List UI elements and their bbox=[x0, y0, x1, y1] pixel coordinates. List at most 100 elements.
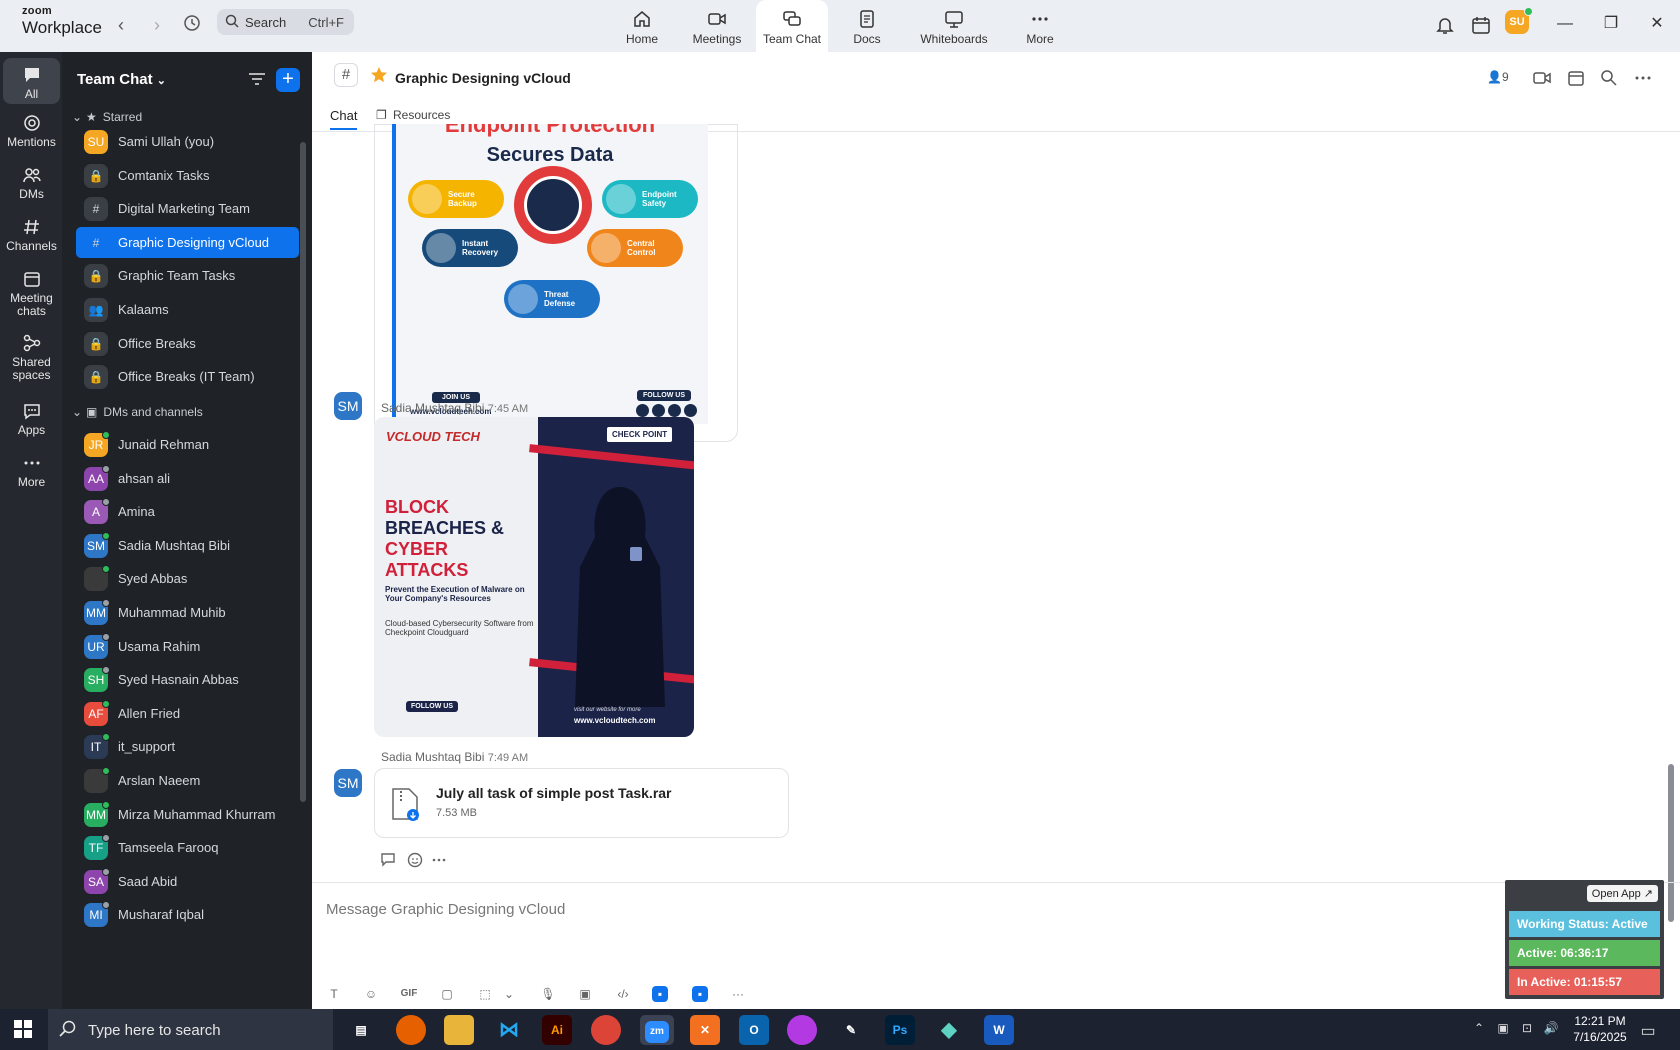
tab-whiteboards[interactable]: Whiteboards bbox=[913, 0, 995, 52]
tab-resources[interactable]: ❐ Resources bbox=[376, 108, 450, 122]
sidebar-channel-item[interactable]: 🔒 Graphic Team Tasks bbox=[76, 260, 299, 291]
rail-dms[interactable]: DMs bbox=[3, 166, 60, 201]
word-icon[interactable]: W bbox=[984, 1015, 1014, 1045]
filter-icon[interactable] bbox=[247, 70, 267, 88]
emoji-reaction-icon[interactable] bbox=[406, 851, 424, 869]
rail-apps[interactable]: Apps bbox=[3, 402, 60, 437]
video-camera-icon[interactable] bbox=[1532, 68, 1552, 88]
illustrator-icon[interactable]: Ai bbox=[542, 1015, 572, 1045]
message-input[interactable] bbox=[326, 889, 1406, 929]
rail-meeting-chats[interactable]: Meeting chats bbox=[3, 270, 60, 318]
tray-app-icon[interactable]: ▣ bbox=[1495, 1021, 1511, 1037]
creative-cloud-icon[interactable] bbox=[787, 1015, 817, 1045]
sender-name[interactable]: Sadia Mushtaq Bibi bbox=[381, 750, 484, 764]
avatar[interactable]: SM bbox=[334, 769, 362, 797]
star-icon[interactable] bbox=[370, 66, 388, 84]
tab-home[interactable]: Home bbox=[606, 0, 678, 52]
tab-team-chat[interactable]: Team Chat bbox=[756, 0, 828, 52]
app-diamond-icon[interactable]: ◆ bbox=[934, 1015, 964, 1045]
sidebar-dm-item[interactable]: SM Sadia Mushtaq Bibi bbox=[76, 530, 299, 561]
gif-button[interactable]: GIF bbox=[398, 984, 420, 1004]
bell-icon[interactable] bbox=[1434, 14, 1456, 36]
sidebar-dm-item[interactable]: AF Allen Fried bbox=[76, 698, 299, 729]
photoshop-icon[interactable]: Ps bbox=[885, 1015, 915, 1045]
video-message-icon[interactable]: ▣ bbox=[575, 984, 595, 1004]
sidebar-channel-item[interactable]: SU Sami Ullah (you) bbox=[76, 126, 299, 157]
screenshot-icon[interactable]: ⬚ bbox=[475, 984, 495, 1004]
sidebar-dm-item[interactable]: MI Musharaf Iqbal bbox=[76, 899, 299, 930]
reply-icon[interactable] bbox=[379, 851, 397, 869]
file-attachment[interactable]: July all task of simple post Task.rar 7.… bbox=[374, 768, 789, 838]
members-button[interactable]: 👤9 bbox=[1487, 70, 1509, 84]
open-app-button[interactable]: Open App ↗ bbox=[1586, 885, 1658, 902]
sidebar-dm-item[interactable]: MM Mirza Muhammad Khurram bbox=[76, 799, 299, 830]
sidebar-scrollbar[interactable] bbox=[300, 142, 306, 802]
tab-more[interactable]: More bbox=[1004, 0, 1076, 52]
sidebar-dm-item[interactable]: TF Tamseela Farooq bbox=[76, 832, 299, 863]
rail-more[interactable]: More bbox=[3, 454, 60, 489]
format-text-icon[interactable]: T bbox=[324, 984, 344, 1004]
sidebar-channel-item[interactable]: # Digital Marketing Team bbox=[76, 193, 299, 224]
channel-name[interactable]: Graphic Designing vCloud bbox=[395, 70, 571, 86]
search-icon[interactable] bbox=[1599, 68, 1619, 88]
history-button[interactable] bbox=[181, 14, 203, 36]
sidebar-dm-item[interactable]: Arslan Naeem bbox=[76, 765, 299, 796]
tab-meetings[interactable]: Meetings bbox=[681, 0, 753, 52]
block-breaches-poster[interactable]: VCLOUD TECH CHECK POINT BLOCK BREACHES &… bbox=[374, 417, 694, 737]
xampp-icon[interactable]: ✕ bbox=[690, 1015, 720, 1045]
sidebar-channel-item[interactable]: 👥 Kalaams bbox=[76, 294, 299, 325]
rail-shared-spaces[interactable]: Shared spaces bbox=[3, 334, 60, 382]
taskbar-clock[interactable]: 12:21 PM 7/16/2025 bbox=[1565, 1013, 1635, 1045]
task-view-icon[interactable]: ▤ bbox=[346, 1015, 376, 1045]
more-options-icon[interactable] bbox=[430, 851, 448, 869]
more-options-icon[interactable]: ··· bbox=[728, 984, 748, 1004]
sidebar-dm-item[interactable]: SA Saad Abid bbox=[76, 866, 299, 897]
network-icon[interactable]: ⊡ bbox=[1519, 1021, 1535, 1037]
zoom-icon[interactable]: zm bbox=[640, 1015, 674, 1045]
tab-docs[interactable]: Docs bbox=[831, 0, 903, 52]
vscode-icon[interactable]: ⋈ bbox=[494, 1015, 524, 1045]
calendar-icon[interactable] bbox=[1566, 68, 1586, 88]
minimize-button[interactable]: — bbox=[1553, 12, 1577, 36]
search-input[interactable]: Search Ctrl+F bbox=[217, 9, 354, 35]
pen-tool-icon[interactable]: ✎ bbox=[836, 1015, 866, 1045]
code-snippet-icon[interactable]: ‹/› bbox=[613, 984, 633, 1004]
sidebar-channel-item[interactable]: 🔒 Office Breaks bbox=[76, 328, 299, 359]
sidebar-channel-item[interactable]: # Graphic Designing vCloud bbox=[76, 226, 299, 258]
notifications-icon[interactable]: ▭ bbox=[1640, 1021, 1656, 1040]
more-options-icon[interactable] bbox=[1633, 68, 1653, 88]
rail-channels[interactable]: Channels bbox=[3, 218, 60, 253]
microphone-icon[interactable]: 🎙 bbox=[538, 984, 558, 1004]
sidebar-dm-item[interactable]: SH Syed Hasnain Abbas bbox=[76, 664, 299, 695]
sidebar-dm-item[interactable]: UR Usama Rahim bbox=[76, 631, 299, 662]
sidebar-dm-item[interactable]: IT it_support bbox=[76, 731, 299, 762]
sidebar-channel-item[interactable]: 🔒 Office Breaks (IT Team) bbox=[76, 361, 299, 392]
windows-start-icon[interactable] bbox=[14, 1020, 32, 1038]
emoji-icon[interactable]: ☺ bbox=[361, 984, 381, 1004]
sidebar-channel-item[interactable]: 🔒 Comtanix Tasks bbox=[76, 160, 299, 191]
maximize-button[interactable]: ❐ bbox=[1599, 12, 1623, 36]
sidebar-dm-item[interactable]: AA ahsan ali bbox=[76, 463, 299, 494]
file-icon[interactable]: ▢ bbox=[437, 984, 457, 1004]
avatar[interactable]: SM bbox=[334, 392, 362, 420]
endpoint-protection-poster[interactable]: Endpoint Protection Secures Data Secure … bbox=[392, 124, 708, 424]
chrome-icon[interactable] bbox=[591, 1015, 621, 1045]
sidebar-title[interactable]: Team Chat ⌄ bbox=[77, 71, 166, 88]
rail-mentions[interactable]: Mentions bbox=[3, 114, 60, 149]
taskbar-search[interactable]: Type here to search bbox=[48, 1009, 333, 1050]
section-dms[interactable]: ⌄ ▣ DMs and channels bbox=[72, 405, 203, 419]
user-avatar[interactable]: SU bbox=[1505, 7, 1533, 34]
file-explorer-icon[interactable] bbox=[444, 1015, 474, 1045]
section-starred[interactable]: ⌄ ★ Starred bbox=[72, 110, 142, 124]
app-1-icon[interactable]: ▪ bbox=[652, 986, 668, 1002]
chevron-down-icon[interactable]: ⌄ bbox=[499, 984, 519, 1004]
sidebar-dm-item[interactable]: JR Junaid Rehman bbox=[76, 429, 299, 460]
new-chat-button[interactable]: + bbox=[276, 68, 300, 92]
close-button[interactable]: ✕ bbox=[1645, 12, 1669, 36]
tab-chat[interactable]: Chat bbox=[330, 108, 358, 130]
calendar-icon[interactable] bbox=[1470, 14, 1492, 36]
sidebar-dm-item[interactable]: MM Muhammad Muhib bbox=[76, 597, 299, 628]
chevron-up-icon[interactable]: ⌃ bbox=[1471, 1021, 1487, 1037]
app-2-icon[interactable]: ▪ bbox=[692, 986, 708, 1002]
sidebar-dm-item[interactable]: Syed Abbas bbox=[76, 563, 299, 594]
